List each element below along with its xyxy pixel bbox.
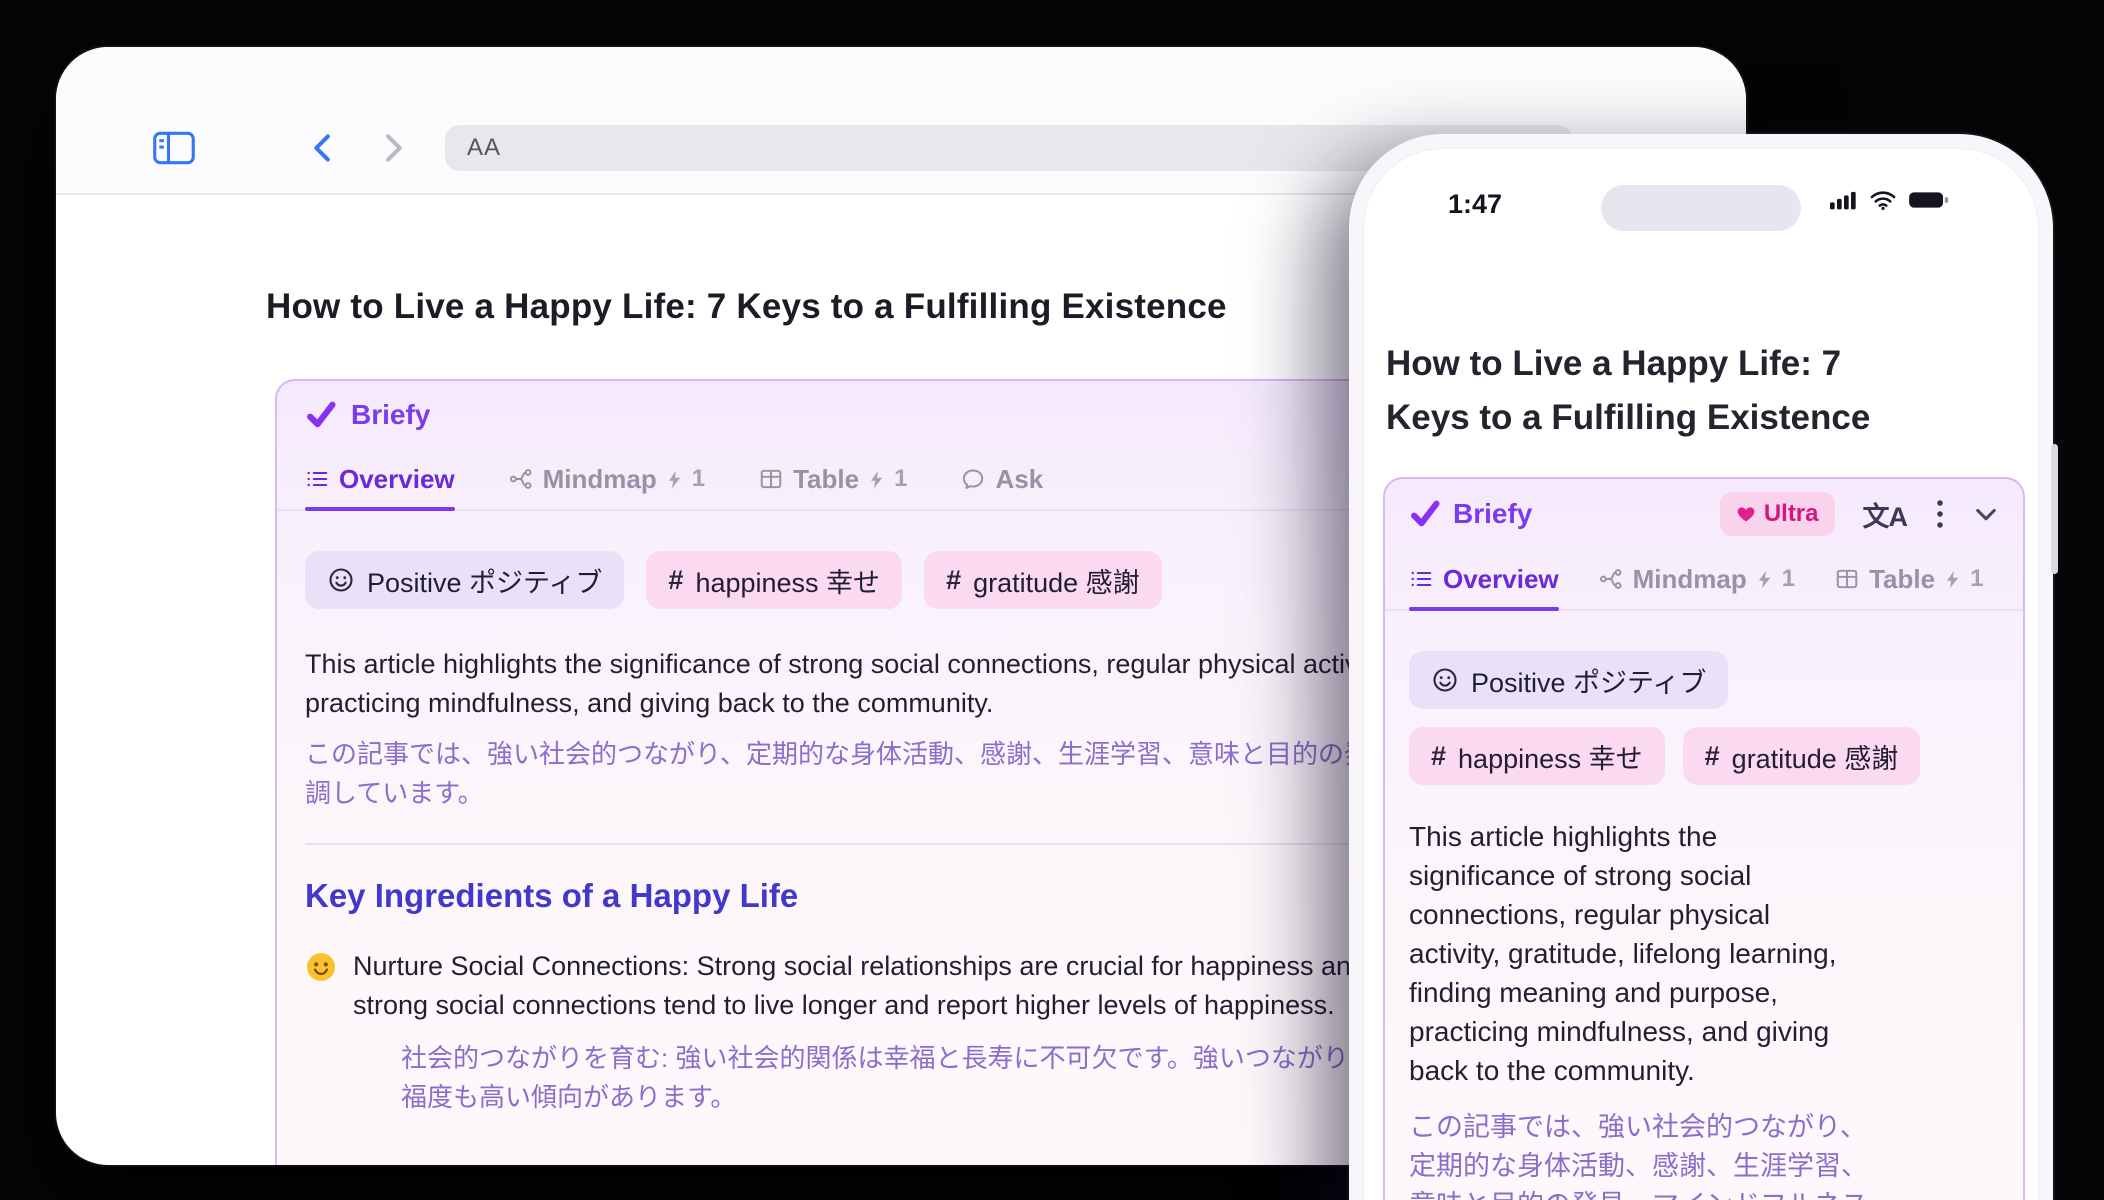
tag-label: happiness 幸せ (695, 561, 880, 600)
forward-icon[interactable] (374, 130, 410, 166)
tag-label: gratitude 感謝 (1732, 737, 1899, 776)
card-tabs: Overview Mindmap (1385, 549, 2023, 611)
reader-mode-icon[interactable]: AA (467, 134, 501, 162)
bolt-icon (869, 469, 884, 490)
overview-list-icon (1409, 567, 1433, 591)
cellular-signal-icon (1830, 189, 1858, 211)
status-bar: 1:47 (1364, 149, 2038, 245)
overview-list-icon (305, 467, 329, 491)
tag-happiness[interactable]: # happiness 幸せ (1409, 727, 1665, 785)
tag-positive[interactable]: Positive ポジティブ (1409, 651, 1728, 709)
summary-japanese: この記事では、強い社会的つながり、 定期的な身体活動、感謝、生涯学習、 意味と目… (1409, 1108, 1999, 1200)
tag-label: happiness 幸せ (1458, 737, 1643, 776)
hash-icon: # (946, 565, 961, 596)
tab-count: 1 (1970, 565, 1983, 593)
summary-english: This article highlights the significance… (1409, 817, 1999, 1090)
hash-icon: # (668, 565, 683, 596)
tag-label: gratitude 感謝 (973, 561, 1140, 600)
status-icons (1830, 189, 1950, 211)
tab-label: Overview (1443, 564, 1559, 595)
dynamic-island (1601, 185, 1801, 231)
translate-icon[interactable]: 文A (1863, 495, 1908, 534)
tab-count: 1 (894, 465, 907, 493)
tab-overview[interactable]: Overview (305, 449, 455, 509)
tag-label: Positive ポジティブ (1471, 661, 1706, 700)
tab-mindmap[interactable]: Mindmap 1 (1599, 549, 1795, 609)
tag-positive[interactable]: Positive ポジティブ (305, 551, 624, 609)
tab-overview[interactable]: Overview (1409, 549, 1559, 609)
more-menu-icon[interactable] (1935, 499, 1945, 529)
tag-label: Positive ポジティブ (367, 561, 602, 600)
tab-table[interactable]: Table 1 (1835, 549, 1983, 609)
tab-table[interactable]: Table 1 (759, 449, 907, 509)
back-icon[interactable] (306, 130, 342, 166)
hash-icon: # (1705, 741, 1720, 772)
briefy-card: Briefy Ultra 文A (1383, 477, 2025, 1200)
tab-label: Overview (339, 464, 455, 495)
smiley-emoji-icon (305, 951, 337, 983)
tab-label: Table (793, 464, 859, 495)
tab-label: Mindmap (543, 464, 657, 495)
tag-row: Positive ポジティブ (1409, 651, 1999, 709)
tab-count: 1 (692, 465, 705, 493)
ultra-plan-badge[interactable]: Ultra (1720, 492, 1835, 536)
tag-row: # happiness 幸せ # gratitude 感謝 (1409, 727, 1999, 785)
table-icon (1835, 567, 1859, 591)
wifi-icon (1869, 189, 1897, 211)
sidebar-toggle-icon[interactable] (152, 129, 196, 167)
page-title: How to Live a Happy Life: 7 Keys to a Fu… (266, 287, 1227, 327)
stage: AA How to Live a Happy Life: 7 Keys to a… (0, 0, 2104, 1200)
brand-name: Briefy (1453, 498, 1532, 530)
hash-icon: # (1431, 741, 1446, 772)
tab-ask[interactable]: Ask (961, 449, 1043, 509)
table-icon (759, 467, 783, 491)
card-body: Positive ポジティブ # happiness 幸せ # gratitud… (1385, 651, 2023, 1200)
tab-label: Mindmap (1633, 564, 1747, 595)
tab-count: 1 (1782, 565, 1795, 593)
phone-device: 1:47 (1349, 134, 2053, 1200)
brand-name: Briefy (351, 399, 430, 431)
tag-happiness[interactable]: # happiness 幸せ (646, 551, 902, 609)
heart-icon (1736, 504, 1756, 524)
briefy-card-header: Briefy Ultra 文A (1385, 479, 2023, 549)
plan-label: Ultra (1764, 500, 1819, 528)
briefy-logo-icon (1409, 498, 1441, 530)
mindmap-icon (1599, 567, 1623, 591)
chat-bubble-icon (961, 467, 985, 491)
mindmap-icon (509, 467, 533, 491)
smiley-outline-icon (1431, 666, 1459, 694)
tab-label: Table (1869, 564, 1935, 595)
bolt-icon (667, 469, 682, 490)
bolt-icon (1945, 569, 1960, 590)
smiley-outline-icon (327, 566, 355, 594)
phone-screen: 1:47 (1363, 148, 2039, 1200)
tab-label: Ask (995, 464, 1043, 495)
briefy-logo-icon (305, 399, 337, 431)
battery-icon (1908, 189, 1950, 211)
page-title: How to Live a Happy Life: 7 Keys to a Fu… (1386, 337, 1870, 445)
tag-gratitude[interactable]: # gratitude 感謝 (1683, 727, 1921, 785)
collapse-chevron-icon[interactable] (1973, 501, 1999, 527)
bolt-icon (1757, 569, 1772, 590)
status-time: 1:47 (1448, 189, 1502, 220)
tag-gratitude[interactable]: # gratitude 感謝 (924, 551, 1162, 609)
tab-mindmap[interactable]: Mindmap 1 (509, 449, 705, 509)
